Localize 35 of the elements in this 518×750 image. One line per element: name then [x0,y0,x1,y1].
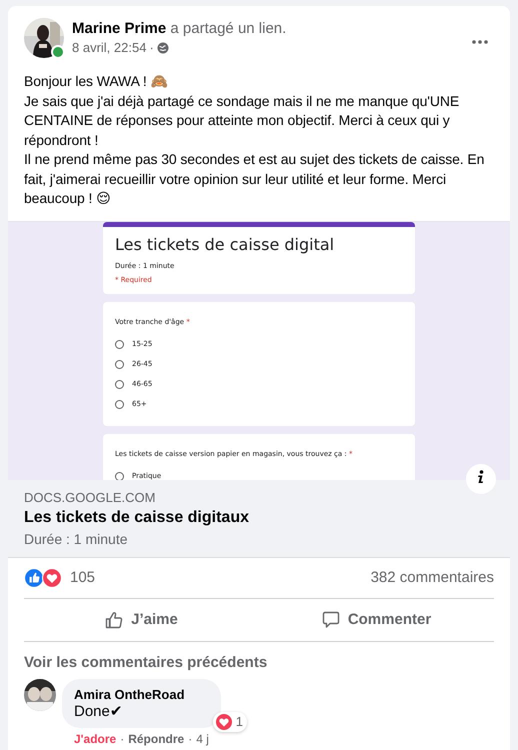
post-text: Je sais que j'ai déjà partagé ce sondage mais il ne me manque qu'UNE CENTAINE de réponses pour atteinte mon objectif. Merci à ceux qui y répondront ! [24,92,460,150]
separator-dot: · [149,40,154,55]
radio-button[interactable] [115,340,124,348]
info-icon [477,470,485,484]
globe-icon [156,42,169,54]
react-link[interactable]: J'adore [74,732,116,746]
separator-dot: · [188,732,192,746]
radio-button[interactable] [115,380,124,388]
thumbs-up-icon [105,610,124,628]
post-text: Il ne prend même pas 30 secondes et est au sujet des tickets de caisse. En fait, j'aimerai recueillir votre opinion sur leur utilité et leur forme. Merci beaucoup ! 😌 [24,150,486,208]
comment-count[interactable]: 382 commentaires [370,569,494,586]
previous-comments-link[interactable]: Voir les commentaires précédents [24,654,494,670]
radio-button[interactable] [115,360,124,368]
post-text: Bonjour les WAWA ! 🙈 [24,72,168,91]
radio-button[interactable] [115,400,124,408]
link-info-panel[interactable]: DOCS.GOOGLE.COM Les tickets de caisse digitaux Durée : 1 minute [8,480,510,558]
author-name[interactable]: Marine Prime [72,20,166,37]
separator-dot: · [120,732,124,746]
comment-age: 4 j [196,732,209,746]
speech-bubble-icon [322,610,340,628]
link-title: Les tickets de caisse digitaux [24,508,250,526]
reaction-count: 1 [236,714,243,729]
more-dots-icon [472,40,488,44]
reaction-count[interactable]: 105 [70,569,96,586]
comment-text: Done✔ [74,702,124,720]
form-title: Les tickets de caisse digital [115,234,336,254]
comment-button[interactable]: Commenter [259,602,494,636]
reply-link[interactable]: Répondre [128,732,184,746]
link-domain: DOCS.GOOGLE.COM [24,490,156,504]
post-date[interactable]: 8 avril, 22:54 [72,40,146,55]
comment-reaction-badge[interactable]: 1 [212,712,247,732]
link-description: Durée : 1 minute [24,530,128,546]
share-action-text: a partagé un lien. [170,20,286,37]
like-button[interactable]: J’aime [24,602,259,636]
commenter-name[interactable]: Amira OntheRoad [74,686,209,702]
